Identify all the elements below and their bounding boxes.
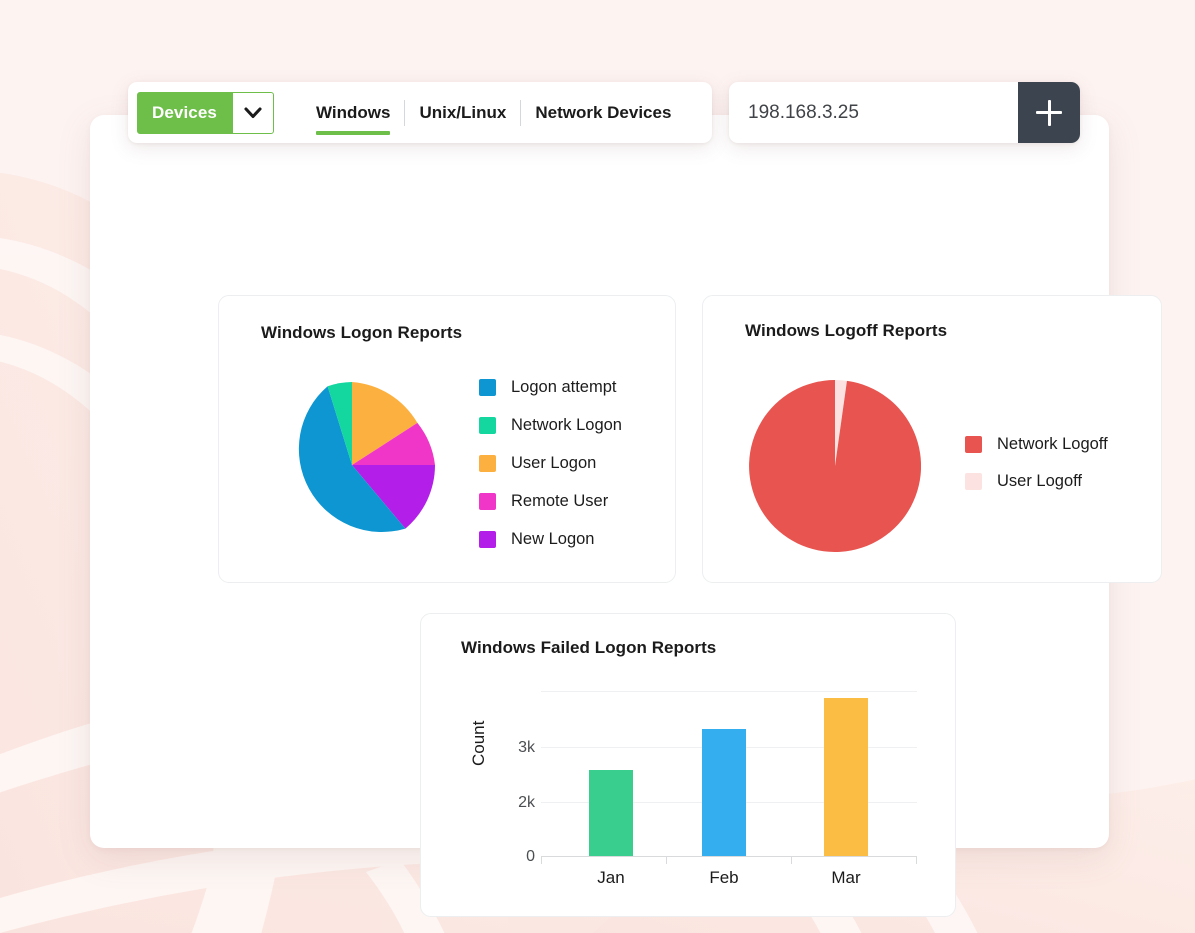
legend-item[interactable]: User Logon	[479, 444, 622, 482]
tab-bar: Windows Unix/Linux Network Devices	[302, 82, 685, 143]
pie-chart-windows-logon	[267, 380, 437, 550]
legend-item[interactable]: User Logoff	[965, 463, 1108, 500]
gridline-top	[541, 691, 917, 692]
legend-label: Network Logoff	[997, 435, 1108, 453]
tab-unix-linux[interactable]: Unix/Linux	[405, 96, 520, 130]
legend-label: User Logon	[511, 453, 597, 472]
card-windows-logon-reports: Windows Logon Reports Logon attempt Netw…	[218, 295, 676, 583]
x-tick-2	[791, 856, 792, 864]
ytick-label-2k: 2k	[518, 794, 535, 811]
legend-swatch-network-logon	[479, 416, 496, 434]
legend-label: Logon attempt	[511, 377, 617, 396]
ytick-label-3k: 3k	[518, 739, 535, 756]
screenshot-root: Windows Logon Reports Logon attempt Netw…	[0, 0, 1195, 933]
chevron-down-icon[interactable]	[232, 92, 273, 133]
tab-windows[interactable]: Windows	[302, 96, 404, 135]
card-windows-failed-logon-reports: Windows Failed Logon Reports Count 3k 2k…	[420, 613, 956, 917]
x-axis-line	[541, 856, 917, 857]
xtick-label-feb: Feb	[709, 868, 739, 887]
pie-chart-logon-svg	[298, 382, 435, 533]
legend-swatch-network-logoff	[965, 436, 982, 453]
ip-search-bar	[729, 82, 1080, 143]
pie-chart-logoff-svg	[749, 380, 922, 552]
card-title-logoff: Windows Logoff Reports	[745, 321, 948, 340]
ytick-label-0: 0	[526, 848, 535, 865]
x-tick-1	[666, 856, 667, 864]
card-windows-logoff-reports: Windows Logoff Reports Network Logoff Us…	[702, 295, 1162, 583]
legend-label: Remote User	[511, 491, 609, 510]
tab-network-devices[interactable]: Network Devices	[521, 96, 685, 130]
legend-swatch-logon-attempt	[479, 378, 496, 396]
legend-label: User Logoff	[997, 472, 1082, 490]
legend-windows-logoff: Network Logoff User Logoff	[965, 426, 1108, 500]
legend-item[interactable]: New Logon	[479, 520, 622, 558]
plus-icon	[1036, 99, 1062, 126]
legend-swatch-remote-user	[479, 492, 496, 510]
legend-windows-logon: Logon attempt Network Logon User Logon R…	[479, 368, 622, 558]
legend-item[interactable]: Network Logon	[479, 406, 622, 444]
x-tick-3	[916, 856, 917, 864]
legend-label: Network Logon	[511, 415, 622, 434]
toolbar: Devices Windows Unix/Linux Network Devic…	[128, 82, 712, 143]
bar-chart-windows-failed-logon: Count 3k 2k 0 Jan Feb Mar	[421, 614, 955, 916]
devices-dropdown-label: Devices	[152, 102, 217, 122]
bar-feb[interactable]	[702, 729, 746, 856]
bar-mar[interactable]	[824, 698, 868, 856]
pie-chart-windows-logoff	[749, 380, 922, 552]
bar-chart-ylabel: Count	[469, 720, 488, 766]
legend-item[interactable]: Logon attempt	[479, 368, 622, 406]
legend-item[interactable]: Network Logoff	[965, 426, 1108, 463]
legend-swatch-user-logon	[479, 454, 496, 472]
legend-swatch-new-logon	[479, 530, 496, 548]
xtick-label-jan: Jan	[597, 868, 625, 887]
add-device-button[interactable]	[1018, 82, 1080, 143]
ip-address-input[interactable]	[729, 82, 1018, 143]
devices-dropdown[interactable]: Devices	[137, 91, 274, 134]
legend-item[interactable]: Remote User	[479, 482, 622, 520]
x-tick-0	[541, 856, 542, 864]
bar-jan[interactable]	[589, 770, 633, 856]
xtick-label-mar: Mar	[831, 868, 861, 887]
legend-label: New Logon	[511, 529, 595, 548]
legend-swatch-user-logoff	[965, 473, 982, 490]
dashboard-panel: Windows Logon Reports Logon attempt Netw…	[90, 115, 1162, 917]
card-title-logon: Windows Logon Reports	[261, 323, 463, 342]
